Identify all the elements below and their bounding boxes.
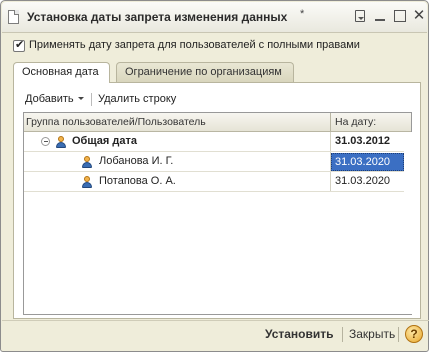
table-row-user[interactable]: Потапова О. А. 31.03.2020 (24, 172, 411, 192)
apply-full-rights-label: Применять дату запрета для пользователей… (29, 39, 360, 51)
table-row-general-date[interactable]: Общая дата 31.03.2012 (24, 132, 411, 152)
tab-main-date[interactable]: Основная дата (13, 62, 110, 83)
window-title: Установка даты запрета изменения данных (27, 10, 288, 24)
modified-marker: * (300, 8, 305, 20)
column-separator[interactable] (330, 113, 331, 132)
row-name: Лобанова И. Г. (99, 155, 174, 167)
row-date: 31.03.2020 (335, 156, 391, 168)
dialog-footer: Установить Закрыть ? (2, 322, 429, 352)
minimize-button[interactable] (372, 8, 388, 24)
row-name: Общая дата (72, 135, 137, 147)
footer-divider (2, 320, 429, 321)
set-button[interactable]: Установить (265, 327, 334, 341)
maximize-button[interactable] (392, 8, 408, 24)
document-icon (8, 10, 19, 24)
add-button[interactable]: Добавить (25, 93, 74, 105)
maximize-icon (394, 10, 406, 22)
table-toolbar: Добавить Удалить строку (14, 83, 420, 110)
user-icon (81, 176, 93, 188)
collapse-icon[interactable] (41, 137, 50, 146)
row-date[interactable]: 31.03.2020 (335, 175, 390, 187)
column-header-date[interactable]: На дату: (335, 116, 376, 128)
title-bar[interactable]: Установка даты запрета изменения данных … (2, 2, 427, 33)
help-icon[interactable]: ? (405, 325, 423, 343)
close-button[interactable]: Закрыть (349, 327, 395, 341)
row-date-selected[interactable]: 31.03.2020 (331, 153, 404, 171)
toolbar-separator (91, 93, 92, 106)
add-dropdown-arrow-icon[interactable] (78, 97, 84, 100)
window-menu-button[interactable] (352, 8, 368, 24)
checkmark-icon: ✔ (15, 39, 25, 51)
footer-separator (398, 327, 399, 342)
dialog-window: Установка даты запрета изменения данных … (0, 0, 429, 352)
user-icon (81, 156, 93, 168)
table-row-user[interactable]: Лобанова И. Г. 31.03.2020 (24, 152, 411, 172)
delete-row-button[interactable]: Удалить строку (98, 93, 176, 105)
tab-panel: Добавить Удалить строку Группа пользоват… (13, 82, 421, 319)
user-group-icon (55, 136, 67, 148)
row-date[interactable]: 31.03.2012 (335, 135, 390, 147)
tab-organization-limit[interactable]: Ограничение по организациям (116, 62, 294, 82)
apply-full-rights-checkbox[interactable]: ✔ (13, 39, 25, 52)
row-name: Потапова О. А. (99, 175, 176, 187)
dates-table: Группа пользователей/Пользователь На дат… (23, 112, 412, 315)
table-header: Группа пользователей/Пользователь На дат… (24, 113, 411, 132)
column-header-user[interactable]: Группа пользователей/Пользователь (26, 116, 206, 128)
table-scrollbar[interactable] (404, 132, 412, 314)
close-icon: ✕ (412, 7, 426, 24)
footer-separator (342, 327, 343, 342)
window-menu-icon (355, 10, 365, 22)
minimize-icon (375, 19, 385, 21)
close-window-button[interactable]: ✕ (411, 8, 427, 24)
